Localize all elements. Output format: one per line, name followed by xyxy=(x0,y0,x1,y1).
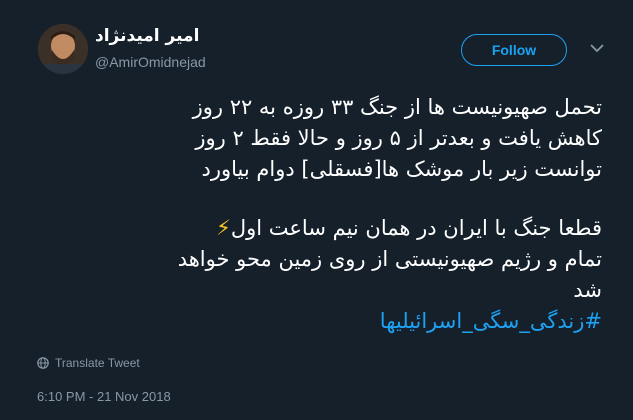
tweet-line: تحمل صهیونیست ها از جنگ ۳۳ روزه به ۲۲ رو… xyxy=(192,95,602,119)
chevron-down-icon xyxy=(590,44,604,53)
globe-icon xyxy=(37,357,49,369)
avatar[interactable] xyxy=(38,24,88,74)
hashtag-link[interactable]: #زندگی_سگی_اسرائیلیها xyxy=(380,309,602,333)
translate-tweet-button[interactable]: Translate Tweet xyxy=(37,356,140,370)
user-display-name[interactable]: امیر امیدنژاد xyxy=(95,26,199,46)
more-options-button[interactable] xyxy=(587,38,607,58)
follow-button[interactable]: Follow xyxy=(461,34,567,66)
tweet-line: تمام و رژیم صهیونیستی از روی زمین محو خو… xyxy=(177,247,602,271)
translate-label: Translate Tweet xyxy=(55,356,140,370)
avatar-image xyxy=(38,24,88,74)
lightning-icon: ⚡ xyxy=(216,216,231,240)
user-handle[interactable]: @AmirOmidnejad xyxy=(95,54,206,70)
tweet-line-text: قطعا جنگ با ایران در همان نیم ساعت اول xyxy=(230,216,602,240)
tweet-line: کاهش یافت و بعدتر از ۵ روز و حالا فقط ۲ … xyxy=(195,126,602,150)
tweet-timestamp[interactable]: 6:10 PM - 21 Nov 2018 xyxy=(37,389,171,404)
tweet-line: قطعا جنگ با ایران در همان نیم ساعت اول⚡ xyxy=(30,213,602,244)
tweet-text: تحمل صهیونیست ها از جنگ ۳۳ روزه به ۲۲ رو… xyxy=(30,92,602,337)
tweet-line: توانست زیر بار موشک ها[فسقلی] دوام بیاور… xyxy=(201,157,602,181)
tweet-line: شد xyxy=(573,278,602,302)
tweet-line: #زندگی_سگی_اسرائیلیها xyxy=(30,306,602,337)
